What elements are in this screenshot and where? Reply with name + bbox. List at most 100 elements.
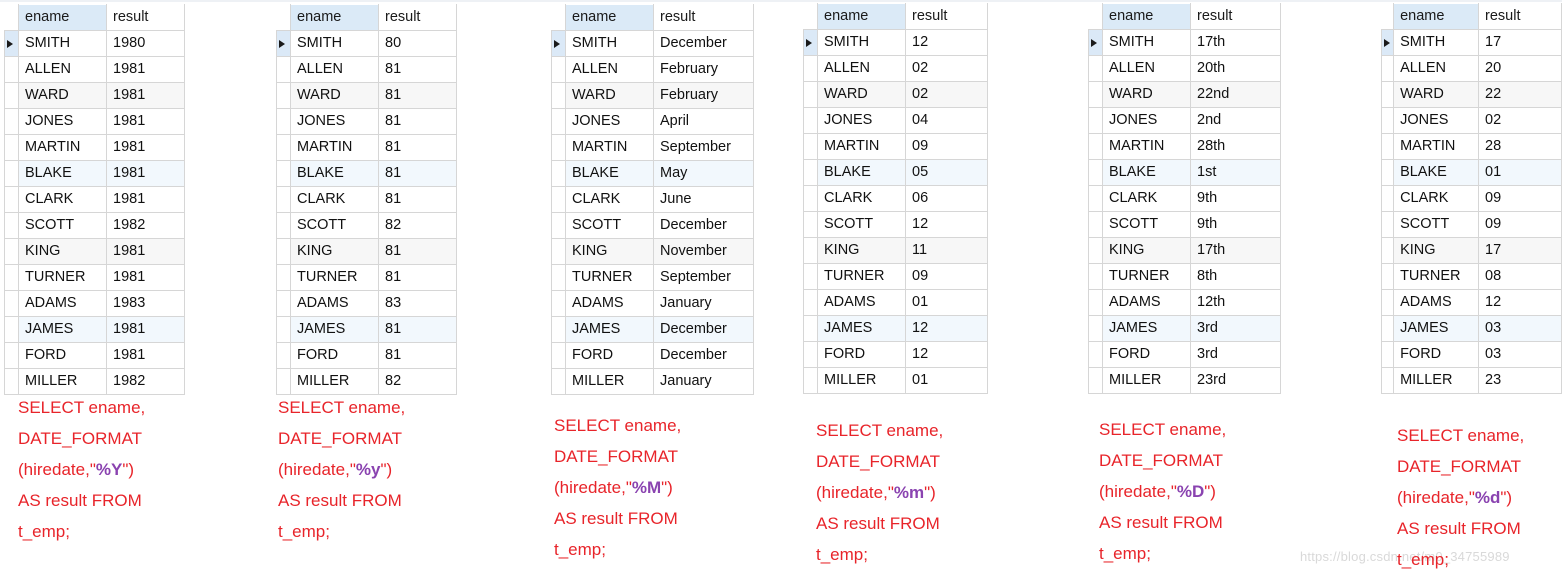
table-row[interactable]: BLAKE 1st <box>1088 159 1281 186</box>
cell-ename[interactable]: SCOTT <box>817 211 906 238</box>
row-selector-cell[interactable] <box>551 316 566 343</box>
row-selector-cell[interactable] <box>551 134 566 161</box>
column-header-ename[interactable]: ename <box>1102 3 1191 30</box>
column-header-result[interactable]: result <box>905 3 988 30</box>
table-row[interactable]: FORD 03 <box>1380 341 1562 368</box>
row-selector-cell[interactable] <box>4 264 19 291</box>
cell-ename[interactable]: MILLER <box>817 367 906 394</box>
row-selector-cell[interactable] <box>1380 29 1395 56</box>
cell-result[interactable]: September <box>653 134 754 161</box>
table-row[interactable]: MARTIN September <box>551 134 754 161</box>
cell-result[interactable]: 02 <box>905 81 988 108</box>
table-row[interactable]: SCOTT 09 <box>1380 211 1562 238</box>
row-selector-cell[interactable] <box>276 342 291 369</box>
row-selector-header[interactable] <box>4 4 19 31</box>
table-row[interactable]: TURNER 81 <box>276 264 457 291</box>
cell-result[interactable]: 12 <box>905 341 988 368</box>
row-selector-cell[interactable] <box>4 108 19 135</box>
cell-result[interactable]: 17th <box>1190 29 1281 56</box>
row-selector-cell[interactable] <box>1380 263 1395 290</box>
cell-ename[interactable]: ALLEN <box>290 56 379 83</box>
table-row[interactable]: WARD 22nd <box>1088 81 1281 108</box>
row-selector-cell[interactable] <box>1380 289 1395 316</box>
row-selector-cell[interactable] <box>1380 315 1395 342</box>
table-row[interactable]: SCOTT 12 <box>803 211 988 238</box>
cell-ename[interactable]: ADAMS <box>1102 289 1191 316</box>
column-header-result[interactable]: result <box>1190 3 1281 30</box>
cell-ename[interactable]: CLARK <box>1102 185 1191 212</box>
row-selector-cell[interactable] <box>276 368 291 395</box>
row-selector-cell[interactable] <box>276 82 291 109</box>
cell-result[interactable]: 81 <box>378 160 457 187</box>
table-row[interactable]: SCOTT December <box>551 212 754 239</box>
table-row[interactable]: JAMES 03 <box>1380 315 1562 342</box>
cell-ename[interactable]: JONES <box>1393 107 1480 134</box>
cell-result[interactable]: November <box>653 238 754 265</box>
cell-result[interactable]: 1981 <box>106 342 185 369</box>
row-selector-cell[interactable] <box>4 238 19 265</box>
cell-ename[interactable]: FORD <box>565 342 654 369</box>
row-selector-cell[interactable] <box>803 55 818 82</box>
cell-ename[interactable]: ADAMS <box>1393 289 1480 316</box>
row-selector-cell[interactable] <box>4 134 19 161</box>
cell-ename[interactable]: CLARK <box>817 185 906 212</box>
cell-result[interactable]: 1980 <box>106 30 185 57</box>
cell-ename[interactable]: KING <box>290 238 379 265</box>
row-selector-cell[interactable] <box>4 316 19 343</box>
cell-ename[interactable]: TURNER <box>290 264 379 291</box>
table-row[interactable]: ADAMS 12 <box>1380 289 1562 316</box>
panel-day-num-grid[interactable]: ename result SMITH 17 ALLEN 20 WARD 22 JONES 02 MA… <box>1380 3 1562 394</box>
table-row[interactable]: CLARK 9th <box>1088 185 1281 212</box>
cell-result[interactable]: 09 <box>1478 185 1562 212</box>
row-selector-cell[interactable] <box>551 108 566 135</box>
row-selector-cell[interactable] <box>1088 133 1103 160</box>
table-row[interactable]: FORD 12 <box>803 341 988 368</box>
column-header-ename[interactable]: ename <box>18 4 107 31</box>
row-selector-cell[interactable] <box>1088 159 1103 186</box>
row-selector-cell[interactable] <box>1088 289 1103 316</box>
table-row[interactable]: MARTIN 81 <box>276 134 457 161</box>
row-selector-header[interactable] <box>1088 3 1103 30</box>
panel-month-num-grid[interactable]: ename result SMITH 12 ALLEN 02 WARD 02 JONES 04 MA… <box>803 3 988 394</box>
table-row[interactable]: ALLEN February <box>551 56 754 83</box>
table-row[interactable]: WARD February <box>551 82 754 109</box>
cell-ename[interactable]: CLARK <box>565 186 654 213</box>
cell-result[interactable]: 9th <box>1190 211 1281 238</box>
table-row[interactable]: MILLER 01 <box>803 367 988 394</box>
cell-result[interactable]: 81 <box>378 82 457 109</box>
row-selector-cell[interactable] <box>4 30 19 57</box>
panel-day-ordinal-grid[interactable]: ename result SMITH 17th ALLEN 20th WARD 22nd JON… <box>1088 3 1281 394</box>
table-row[interactable]: JONES 04 <box>803 107 988 134</box>
table-row[interactable]: ALLEN 1981 <box>4 56 185 83</box>
row-selector-cell[interactable] <box>551 212 566 239</box>
cell-ename[interactable]: JAMES <box>565 316 654 343</box>
cell-ename[interactable]: MILLER <box>18 368 107 395</box>
row-selector-cell[interactable] <box>551 30 566 57</box>
row-selector-cell[interactable] <box>1380 237 1395 264</box>
table-row[interactable]: SCOTT 82 <box>276 212 457 239</box>
row-selector-cell[interactable] <box>1380 133 1395 160</box>
cell-result[interactable]: 81 <box>378 264 457 291</box>
cell-ename[interactable]: KING <box>1393 237 1480 264</box>
cell-ename[interactable]: JAMES <box>1393 315 1480 342</box>
table-row[interactable]: JONES 02 <box>1380 107 1562 134</box>
cell-ename[interactable]: FORD <box>290 342 379 369</box>
cell-result[interactable]: 28th <box>1190 133 1281 160</box>
row-selector-cell[interactable] <box>803 81 818 108</box>
table-row[interactable]: JAMES 81 <box>276 316 457 343</box>
table-row[interactable]: KING 17 <box>1380 237 1562 264</box>
cell-ename[interactable]: BLAKE <box>817 159 906 186</box>
cell-result[interactable]: 82 <box>378 368 457 395</box>
result-table[interactable]: ename result SMITH 17 ALLEN 20 WARD 22 JONES 02 MA… <box>1380 3 1562 394</box>
table-row[interactable]: JAMES 1981 <box>4 316 185 343</box>
cell-result[interactable]: 82 <box>378 212 457 239</box>
cell-result[interactable]: 81 <box>378 316 457 343</box>
cell-result[interactable]: 1981 <box>106 82 185 109</box>
cell-ename[interactable]: JAMES <box>290 316 379 343</box>
cell-ename[interactable]: SMITH <box>1393 29 1480 56</box>
row-selector-cell[interactable] <box>276 186 291 213</box>
table-row[interactable]: ADAMS 1983 <box>4 290 185 317</box>
cell-result[interactable]: May <box>653 160 754 187</box>
column-header-result[interactable]: result <box>1478 3 1562 30</box>
cell-ename[interactable]: ALLEN <box>565 56 654 83</box>
